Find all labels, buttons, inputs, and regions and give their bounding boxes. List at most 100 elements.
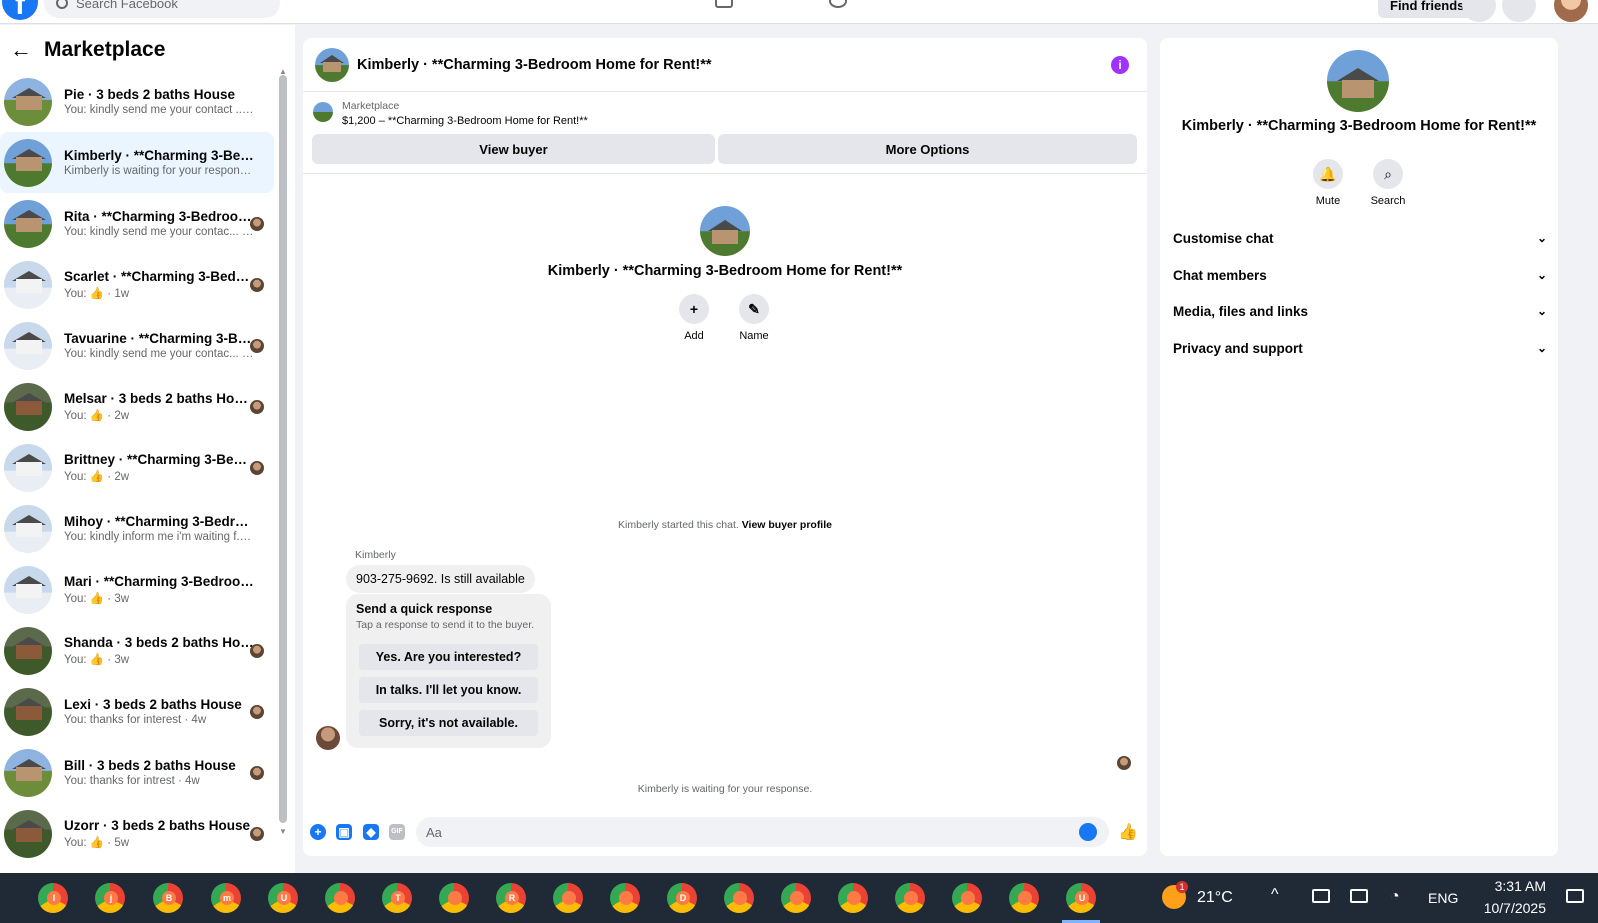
conversation-item[interactable]: Brittney · **Charming 3-Bedro... You: 👍 ·… [0, 437, 274, 498]
emoji-icon[interactable] [1079, 823, 1097, 841]
chat-avatar[interactable] [315, 47, 349, 82]
chrome-profile-icon[interactable]: B [153, 883, 183, 913]
conversation-title: Scarlet · **Charming 3-Bedro... [64, 269, 254, 284]
sticker-icon[interactable]: ◆ [363, 824, 379, 840]
seen-avatar [250, 827, 264, 841]
notifications-icon[interactable] [1566, 889, 1584, 903]
section-label: Media, files and links [1173, 303, 1309, 319]
chrome-profile-icon[interactable]: j [95, 883, 125, 913]
inbox-scrollbar[interactable] [279, 75, 287, 823]
chat-center-avatar [700, 206, 750, 256]
conversation-title: Rita · **Charming 3-Bedroom ... [64, 209, 254, 224]
chrome-profile-icon[interactable] [781, 883, 811, 913]
wifi-icon[interactable]: ◔ [1390, 888, 1400, 906]
chrome-profile-icon[interactable] [724, 883, 754, 913]
groups-icon[interactable] [829, 0, 847, 8]
more-options-button[interactable]: More Options [718, 134, 1137, 164]
seen-avatar [250, 339, 264, 353]
account-avatar[interactable] [1554, 0, 1588, 22]
chrome-profile-icon[interactable] [439, 883, 469, 913]
mute-label: Mute [1315, 195, 1341, 207]
chrome-profile-icon-active[interactable]: U [1062, 883, 1100, 923]
language-indicator[interactable]: ENG [1428, 890, 1458, 906]
chevron-up-icon[interactable]: ^ [1271, 886, 1279, 904]
message-input[interactable]: Aa [416, 817, 1109, 847]
listing-thumbnail [4, 687, 52, 736]
conversation-item[interactable]: Tavuarine · **Charming 3-Bed... You: kind… [0, 315, 274, 376]
conversation-preview: You: 👍 · 3w [64, 654, 130, 666]
chrome-profile-icon[interactable]: I [38, 883, 68, 913]
meet-icon[interactable] [1312, 889, 1330, 903]
rename-action[interactable]: ✎ Name [724, 294, 784, 342]
conversation-preview: You: thanks for intrest · 4w [64, 775, 200, 787]
notifications-icon[interactable] [1502, 0, 1536, 22]
mute-action[interactable]: 🔔 Mute [1298, 159, 1358, 207]
chrome-profile-icon[interactable]: D [667, 883, 697, 913]
add-member-action[interactable]: + Add [664, 294, 724, 342]
search-action[interactable]: ⌕ Search [1358, 159, 1418, 207]
chrome-profile-icon[interactable] [838, 883, 868, 913]
back-arrow-icon[interactable]: ← [10, 37, 32, 63]
search-facebook-input[interactable]: Search Facebook [44, 0, 280, 18]
chrome-profile-icon[interactable] [553, 883, 583, 913]
conversation-item-active[interactable]: Kimberly · **Charming 3-Bedroo... Kimberl… [0, 132, 274, 193]
buyer-avatar[interactable] [316, 726, 340, 750]
conversation-item[interactable]: Melsar · 3 beds 2 baths House You: 👍 · 2w [0, 376, 274, 437]
info-icon[interactable]: i [1111, 56, 1129, 74]
conversation-item[interactable]: Rita · **Charming 3-Bedroom ... You: kind… [0, 193, 274, 254]
quick-response-button[interactable]: In talks. I'll let you know. [359, 677, 538, 703]
page-title: Marketplace [44, 38, 166, 61]
conversation-preview: Kimberly is waiting for your respon... ·… [64, 165, 254, 177]
thumbs-up-icon[interactable]: 👍 [1118, 822, 1138, 842]
conversation-item[interactable]: Uzorr · 3 beds 2 baths House You: 👍 · 5w [0, 803, 274, 864]
chrome-profile-icon[interactable]: U [268, 883, 298, 913]
pencil-icon: ✎ [739, 294, 769, 324]
chat-members-section[interactable]: Chat members ⌄ [1173, 260, 1547, 290]
section-label: Privacy and support [1173, 340, 1303, 356]
conversation-item[interactable]: Mihoy · **Charming 3-Bedroom ... You: kin… [0, 498, 274, 559]
conversation-item[interactable]: Shanda · 3 beds 2 baths House You: 👍 · 3w [0, 620, 274, 681]
chrome-profile-icon[interactable] [325, 883, 355, 913]
customise-chat-section[interactable]: Customise chat ⌄ [1173, 223, 1547, 253]
chrome-profile-icon[interactable]: m [211, 883, 241, 913]
clock-time[interactable]: 3:31 AM [1472, 878, 1546, 894]
chrome-profile-icon[interactable]: T [382, 883, 412, 913]
chrome-profile-icon[interactable]: R [496, 883, 526, 913]
clock-date[interactable]: 10/7/2025 [1472, 900, 1546, 916]
chat-details-panel: Kimberly · **Charming 3-Bedroom Home for… [1160, 38, 1558, 856]
plus-icon[interactable]: + [310, 824, 326, 840]
home-icon[interactable] [715, 0, 733, 8]
conversation-title: Kimberly · **Charming 3-Bedroo... [64, 148, 254, 163]
add-person-icon: + [679, 294, 709, 324]
listing-price[interactable]: $1,200 – **Charming 3-Bedroom Home for R… [342, 115, 588, 127]
battery-icon[interactable] [1350, 889, 1368, 903]
privacy-support-section[interactable]: Privacy and support ⌄ [1173, 333, 1547, 363]
conversation-preview: You: 👍 · 1w [64, 288, 130, 300]
gif-icon[interactable]: GIF [389, 824, 405, 840]
conversation-item[interactable]: Pie · 3 beds 2 baths House You: kindly se… [0, 71, 274, 132]
conversation-title: Shanda · 3 beds 2 baths House [64, 635, 254, 650]
conversation-title: Brittney · **Charming 3-Bedro... [64, 452, 254, 467]
chrome-profile-icon[interactable] [1009, 883, 1039, 913]
conversation-preview: You: kindly send me your contact ... · 1… [64, 104, 254, 116]
conversation-item[interactable]: Mari · **Charming 3-Bedroom H... You: 👍 ·… [0, 559, 274, 620]
seen-avatar [250, 217, 264, 231]
conversation-item[interactable]: Scarlet · **Charming 3-Bedro... You: 👍 · … [0, 254, 274, 315]
menu-grid-icon[interactable] [1462, 0, 1496, 22]
temperature[interactable]: 21°C [1197, 889, 1233, 907]
conversation-item[interactable]: Lexi · 3 beds 2 baths House You: thanks f… [0, 681, 274, 742]
quick-response-button[interactable]: Sorry, it's not available. [359, 710, 538, 736]
view-buyer-profile-link[interactable]: View buyer profile [742, 519, 832, 531]
chrome-profile-icon[interactable] [895, 883, 925, 913]
quick-response-button[interactable]: Yes. Are you interested? [359, 644, 538, 670]
view-buyer-button[interactable]: View buyer [312, 134, 715, 164]
facebook-logo[interactable] [2, 0, 38, 22]
photo-icon[interactable]: ▣ [336, 824, 352, 840]
media-files-links-section[interactable]: Media, files and links ⌄ [1173, 296, 1547, 326]
chrome-profile-icon[interactable] [952, 883, 982, 913]
chat-title[interactable]: Kimberly · **Charming 3-Bedroom Home for… [357, 57, 712, 73]
scroll-down-arrow-icon[interactable]: ▼ [279, 827, 287, 836]
conversation-item[interactable]: Bill · 3 beds 2 baths House You: thanks f… [0, 742, 274, 803]
section-label: Chat members [1173, 267, 1267, 283]
chrome-profile-icon[interactable] [610, 883, 640, 913]
